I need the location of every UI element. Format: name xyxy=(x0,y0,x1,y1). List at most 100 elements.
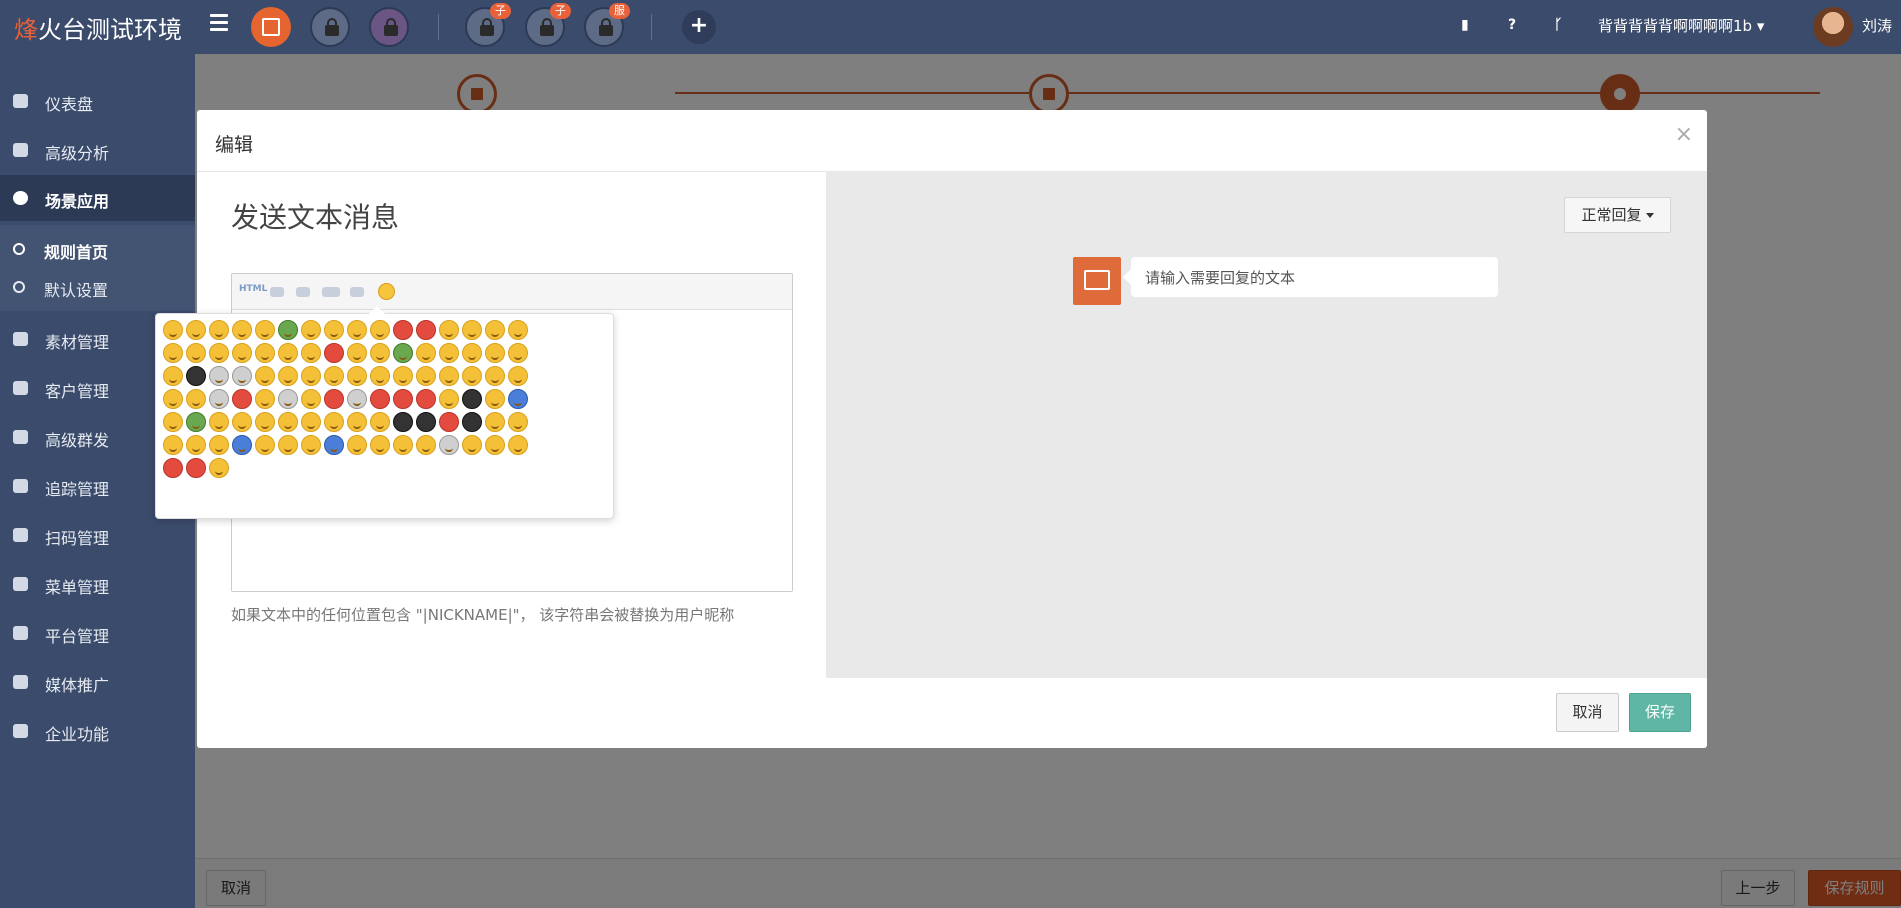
close-icon[interactable]: × xyxy=(1675,122,1693,147)
emoji-icon[interactable] xyxy=(278,366,298,386)
emoji-icon[interactable] xyxy=(393,343,413,363)
emoji-icon[interactable] xyxy=(485,412,505,432)
emoji-icon[interactable] xyxy=(163,389,183,409)
emoji-icon[interactable] xyxy=(209,412,229,432)
emoji-icon[interactable] xyxy=(278,412,298,432)
emoji-icon[interactable] xyxy=(163,458,183,478)
emoji-icon[interactable] xyxy=(439,389,459,409)
emoji-icon[interactable] xyxy=(462,320,482,340)
sidebar-item-dashboard[interactable]: 仪表盘 xyxy=(0,78,195,124)
html-source-icon[interactable]: HTML xyxy=(239,284,267,294)
emoji-icon[interactable] xyxy=(186,458,206,478)
emoji-icon[interactable] xyxy=(301,343,321,363)
emoji-icon[interactable] xyxy=(163,366,183,386)
locked-app-icon[interactable] xyxy=(369,7,409,47)
emoji-icon[interactable] xyxy=(462,343,482,363)
emoji-icon[interactable] xyxy=(416,320,436,340)
sidebar-subitem-default-settings[interactable]: 默认设置 xyxy=(0,269,195,305)
emoji-icon[interactable] xyxy=(393,366,413,386)
emoji-icon[interactable] xyxy=(163,343,183,363)
emoji-icon[interactable] xyxy=(370,389,390,409)
sidebar-item-media-promo[interactable]: 媒体推广 xyxy=(0,659,195,705)
emoji-icon[interactable] xyxy=(393,320,413,340)
emoji-icon[interactable] xyxy=(508,320,528,340)
emoji-icon[interactable] xyxy=(301,435,321,455)
emoji-icon[interactable] xyxy=(347,412,367,432)
emoji-icon[interactable] xyxy=(393,435,413,455)
emoji-icon[interactable] xyxy=(209,320,229,340)
sidebar-item-scene-apps[interactable]: 场景应用 xyxy=(0,175,195,221)
emoji-icon[interactable] xyxy=(163,320,183,340)
emoji-icon[interactable] xyxy=(324,412,344,432)
emoji-icon[interactable] xyxy=(347,435,367,455)
emoji-icon[interactable] xyxy=(209,366,229,386)
emoji-icon[interactable] xyxy=(439,343,459,363)
emoji-icon[interactable] xyxy=(347,366,367,386)
emoji-icon[interactable] xyxy=(347,389,367,409)
emoji-icon[interactable] xyxy=(324,366,344,386)
emoji-icon[interactable] xyxy=(485,389,505,409)
user-name[interactable]: 刘涛 xyxy=(1862,15,1892,36)
sidebar-item-enterprise[interactable]: 企业功能 xyxy=(0,708,195,754)
locked-sub-app-icon[interactable]: 子 xyxy=(525,3,571,47)
emoji-icon[interactable] xyxy=(278,320,298,340)
emoji-icon[interactable] xyxy=(485,320,505,340)
emoji-icon[interactable] xyxy=(301,320,321,340)
emoji-icon[interactable] xyxy=(186,412,206,432)
emoji-icon[interactable] xyxy=(324,343,344,363)
emoji-icon[interactable] xyxy=(324,435,344,455)
emoji-icon[interactable] xyxy=(209,343,229,363)
emoji-icon[interactable] xyxy=(416,435,436,455)
emoji-picker-icon[interactable] xyxy=(378,283,395,300)
emoji-icon[interactable] xyxy=(255,435,275,455)
emoji-icon[interactable] xyxy=(439,366,459,386)
locked-sub-app-icon[interactable]: 子 xyxy=(465,3,511,47)
locked-service-app-icon[interactable]: 服 xyxy=(584,3,630,47)
emoji-icon[interactable] xyxy=(508,343,528,363)
emoji-icon[interactable] xyxy=(209,435,229,455)
emoji-icon[interactable] xyxy=(508,366,528,386)
help-icon[interactable]: ? xyxy=(1508,17,1516,33)
emoji-icon[interactable] xyxy=(278,435,298,455)
emoji-icon[interactable] xyxy=(255,343,275,363)
emoji-icon[interactable] xyxy=(462,412,482,432)
emoji-icon[interactable] xyxy=(462,389,482,409)
emoji-icon[interactable] xyxy=(324,389,344,409)
emoji-icon[interactable] xyxy=(416,412,436,432)
emoji-icon[interactable] xyxy=(255,366,275,386)
undo-icon[interactable] xyxy=(270,287,284,297)
emoji-icon[interactable] xyxy=(370,435,390,455)
emoji-icon[interactable] xyxy=(232,389,252,409)
current-app-icon[interactable] xyxy=(251,7,291,47)
locked-app-icon[interactable] xyxy=(310,7,350,47)
emoji-icon[interactable] xyxy=(301,389,321,409)
sidebar-item-analytics[interactable]: 高级分析 xyxy=(0,127,195,173)
sidebar-item-platform[interactable]: 平台管理 xyxy=(0,610,195,656)
redo-icon[interactable] xyxy=(296,287,310,297)
emoji-icon[interactable] xyxy=(485,343,505,363)
emoji-icon[interactable] xyxy=(186,389,206,409)
emoji-icon[interactable] xyxy=(232,320,252,340)
emoji-icon[interactable] xyxy=(255,320,275,340)
emoji-icon[interactable] xyxy=(232,366,252,386)
emoji-icon[interactable] xyxy=(232,343,252,363)
reply-type-dropdown[interactable]: 正常回复 xyxy=(1564,197,1671,233)
emoji-icon[interactable] xyxy=(186,343,206,363)
emoji-icon[interactable] xyxy=(439,412,459,432)
emoji-icon[interactable] xyxy=(508,435,528,455)
emoji-icon[interactable] xyxy=(393,389,413,409)
emoji-icon[interactable] xyxy=(370,320,390,340)
emoji-icon[interactable] xyxy=(508,389,528,409)
emoji-icon[interactable] xyxy=(186,435,206,455)
sidebar-item-menus[interactable]: 菜单管理 xyxy=(0,561,195,607)
sidebar-subitem-rules-home[interactable]: 规则首页 xyxy=(0,231,195,267)
cancel-button[interactable]: 取消 xyxy=(1556,693,1619,732)
link-icon[interactable] xyxy=(322,287,340,297)
emoji-icon[interactable] xyxy=(439,320,459,340)
unlink-icon[interactable] xyxy=(350,287,364,297)
emoji-icon[interactable] xyxy=(416,343,436,363)
emoji-icon[interactable] xyxy=(370,343,390,363)
save-button[interactable]: 保存 xyxy=(1629,693,1691,732)
branch-icon[interactable]: ᚴ xyxy=(1554,17,1562,33)
emoji-icon[interactable] xyxy=(209,458,229,478)
